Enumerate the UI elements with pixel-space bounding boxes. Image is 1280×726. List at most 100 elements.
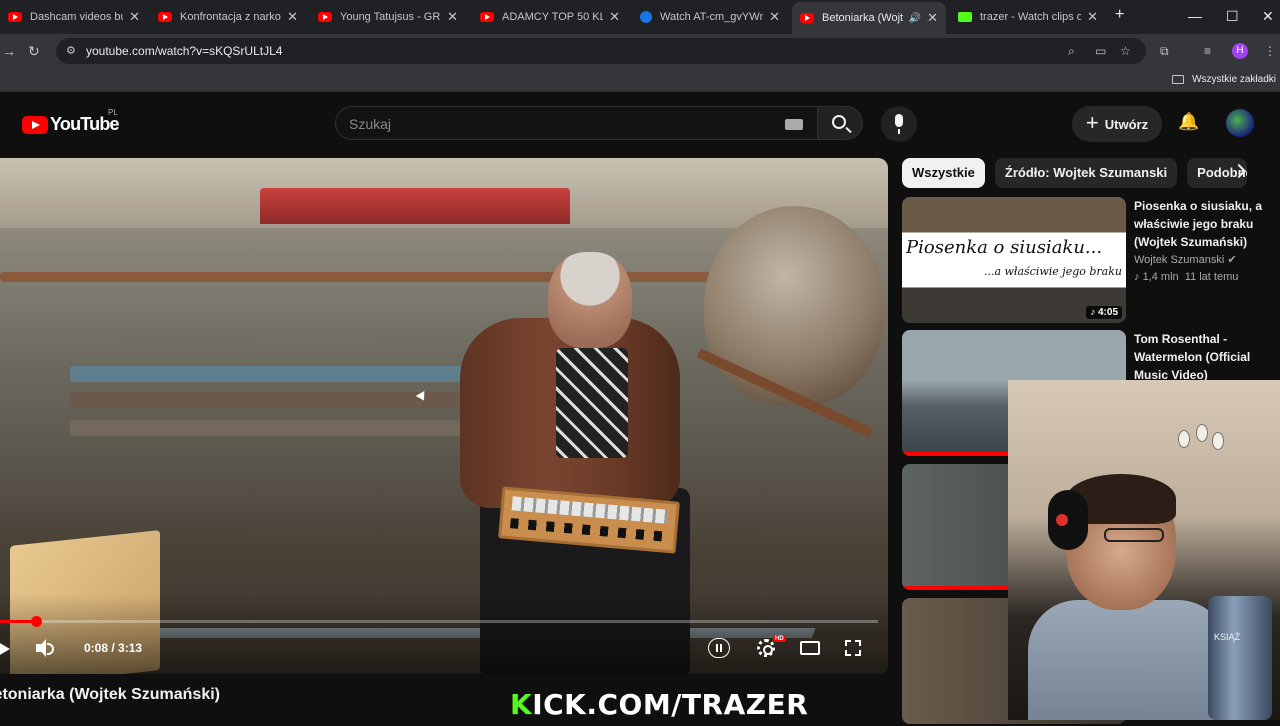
- address-toolbar: → ↻ ⚙ youtube.com/watch?v=sKQSrULtJL4 ⌕ …: [0, 34, 1280, 68]
- create-label: Utwórz: [1104, 116, 1149, 132]
- volume-icon[interactable]: [36, 639, 54, 658]
- close-tab-icon[interactable]: ✕: [1087, 9, 1098, 25]
- browser-tab[interactable]: Watch AT-cm_gvYWnn ✕: [632, 4, 788, 30]
- kick-k: K: [510, 688, 533, 721]
- theater-mode-icon[interactable]: [800, 641, 820, 655]
- youtube-icon: [318, 12, 332, 22]
- youtube-play-icon: [22, 115, 48, 134]
- cast-icon[interactable]: ▭: [1095, 44, 1106, 58]
- autoplay-toggle-icon[interactable]: [708, 638, 730, 658]
- forward-icon[interactable]: →: [2, 43, 16, 59]
- kick-url: ICK.COM/TRAZER: [532, 688, 809, 721]
- search-input[interactable]: Szukaj: [335, 106, 817, 140]
- recommendation-title[interactable]: Piosenka o siusiaku, a właściwie jego br…: [1134, 197, 1264, 251]
- streamer-body: [1028, 600, 1228, 720]
- channel-name[interactable]: Wojtek Szumanski ✔: [1134, 253, 1237, 266]
- keyboard-icon[interactable]: [785, 119, 803, 130]
- extensions-icon[interactable]: ⧉: [1160, 44, 1169, 59]
- close-tab-icon[interactable]: ✕: [447, 9, 458, 25]
- youtube-icon: [800, 13, 814, 23]
- video-player[interactable]: 0:08 / 3:13 HD: [0, 158, 888, 674]
- headset: [1048, 490, 1088, 550]
- play-icon[interactable]: [0, 642, 10, 656]
- video-stats: ♪ 1,4 mln 11 lat temu: [1134, 271, 1238, 283]
- youtube-logo[interactable]: YouTube PL: [22, 108, 120, 135]
- close-tab-icon[interactable]: ✕: [609, 9, 620, 25]
- progress-bar[interactable]: [0, 616, 878, 627]
- chip-source[interactable]: Źródło: Wojtek Szumanski: [994, 158, 1178, 188]
- search-placeholder: Szukaj: [349, 116, 392, 132]
- fullscreen-icon[interactable]: [845, 640, 861, 656]
- sound-wave: [47, 643, 54, 655]
- chip-all[interactable]: Wszystkie: [902, 158, 985, 188]
- youtube-header: YouTube PL Szukaj + Utwórz 🔔: [0, 92, 1280, 156]
- menu-icon[interactable]: ⋮: [1264, 44, 1276, 58]
- close-tab-icon[interactable]: ✕: [287, 9, 298, 25]
- speaker-icon[interactable]: 🔊: [909, 13, 921, 24]
- browser-tab[interactable]: Dashcam videos but the ✕: [0, 4, 148, 30]
- notifications-bell-icon[interactable]: 🔔: [1178, 112, 1199, 132]
- new-tab-button[interactable]: +: [1115, 6, 1124, 24]
- channel-text: Wojtek Szumanski: [1134, 254, 1225, 266]
- maximize-icon[interactable]: ☐: [1226, 8, 1239, 25]
- close-tab-icon[interactable]: ✕: [927, 10, 938, 26]
- mic-icon: [895, 114, 903, 134]
- browser-tab[interactable]: Konfrontacja z narkoma ✕: [150, 4, 306, 30]
- reading-list-icon[interactable]: ≡: [1204, 44, 1211, 58]
- close-tab-icon[interactable]: ✕: [129, 9, 140, 25]
- video-thumbnail[interactable]: Piosenka o siusiaku... ...a właściwie je…: [902, 197, 1126, 323]
- settings-gear-icon[interactable]: [757, 639, 775, 657]
- tab-title: ADAMCY TOP 50 KLIPÓ: [502, 11, 604, 23]
- browser-tab[interactable]: trazer - Watch clips on ✕: [950, 4, 1106, 30]
- folder-icon: [1172, 75, 1185, 84]
- url-text: youtube.com/watch?v=sKQSrULtJL4: [86, 44, 283, 58]
- headset-light: [1056, 514, 1068, 526]
- minimize-icon[interactable]: —: [1188, 8, 1202, 24]
- tab-title: Dashcam videos but the: [30, 11, 123, 23]
- lamp-bulb: [1212, 432, 1224, 450]
- bench-plank: [70, 392, 470, 408]
- reload-icon[interactable]: ↻: [28, 43, 40, 60]
- browser-tab[interactable]: Young Tatujsus - GRECK ✕: [310, 4, 466, 30]
- tab-title: Young Tatujsus - GRECK: [340, 11, 441, 23]
- youtube-icon: [8, 12, 22, 22]
- kick-icon: [958, 12, 972, 22]
- close-window-icon[interactable]: ✕: [1262, 8, 1274, 25]
- bookmark-star-icon[interactable]: ☆: [1120, 44, 1131, 58]
- recommendation-title[interactable]: Tom Rosenthal - Watermelon (Official Mus…: [1134, 330, 1264, 384]
- youtube-icon: [480, 12, 494, 22]
- fs-corner: [855, 640, 861, 646]
- tab-title: Watch AT-cm_gvYWnn: [660, 11, 764, 23]
- browser-tab-active[interactable]: Betoniarka (Wojtek 🔊 ✕: [792, 2, 946, 34]
- age-text: 11 lat temu: [1184, 271, 1239, 283]
- duration-badge: ♪ 4:05: [1086, 306, 1122, 319]
- thumbnail-title: Piosenka o siusiaku...: [906, 237, 1103, 258]
- search-button[interactable]: [817, 106, 863, 140]
- bench-plank: [70, 366, 470, 382]
- profile-avatar[interactable]: H: [1232, 43, 1248, 59]
- close-tab-icon[interactable]: ✕: [769, 9, 780, 25]
- logo-text: YouTube: [50, 114, 120, 134]
- voice-search-button[interactable]: [881, 106, 917, 142]
- address-bar[interactable]: ⚙ youtube.com/watch?v=sKQSrULtJL4: [56, 38, 1146, 64]
- bookmarks-bar: Wszystkie zakładki: [0, 68, 1280, 92]
- browser-tab[interactable]: ADAMCY TOP 50 KLIPÓ ✕: [472, 4, 628, 30]
- site-info-icon[interactable]: ⚙: [66, 44, 76, 57]
- search-icon: [832, 115, 846, 129]
- plus-icon: +: [1085, 110, 1099, 135]
- zoom-icon[interactable]: ⌕: [1068, 44, 1075, 59]
- recommendation-item[interactable]: Piosenka o siusiaku... ...a właściwie je…: [902, 197, 1272, 325]
- all-bookmarks-label: Wszystkie zakładki: [1192, 74, 1276, 85]
- account-avatar[interactable]: [1226, 109, 1254, 137]
- tab-title: Betoniarka (Wojtek: [822, 12, 903, 24]
- all-bookmarks-button[interactable]: Wszystkie zakładki: [1172, 74, 1276, 85]
- fs-corner: [855, 650, 861, 656]
- lamp-bulb: [1196, 424, 1208, 442]
- create-button[interactable]: + Utwórz: [1072, 106, 1162, 142]
- thumbnail-subtitle: ...a właściwie jego braku: [983, 265, 1122, 278]
- fs-corner: [845, 640, 851, 646]
- person-head: [548, 252, 632, 348]
- tab-title: Konfrontacja z narkoma: [180, 11, 281, 23]
- views-text: 1,4 mln: [1142, 271, 1179, 283]
- progress-scrubber[interactable]: [30, 616, 42, 627]
